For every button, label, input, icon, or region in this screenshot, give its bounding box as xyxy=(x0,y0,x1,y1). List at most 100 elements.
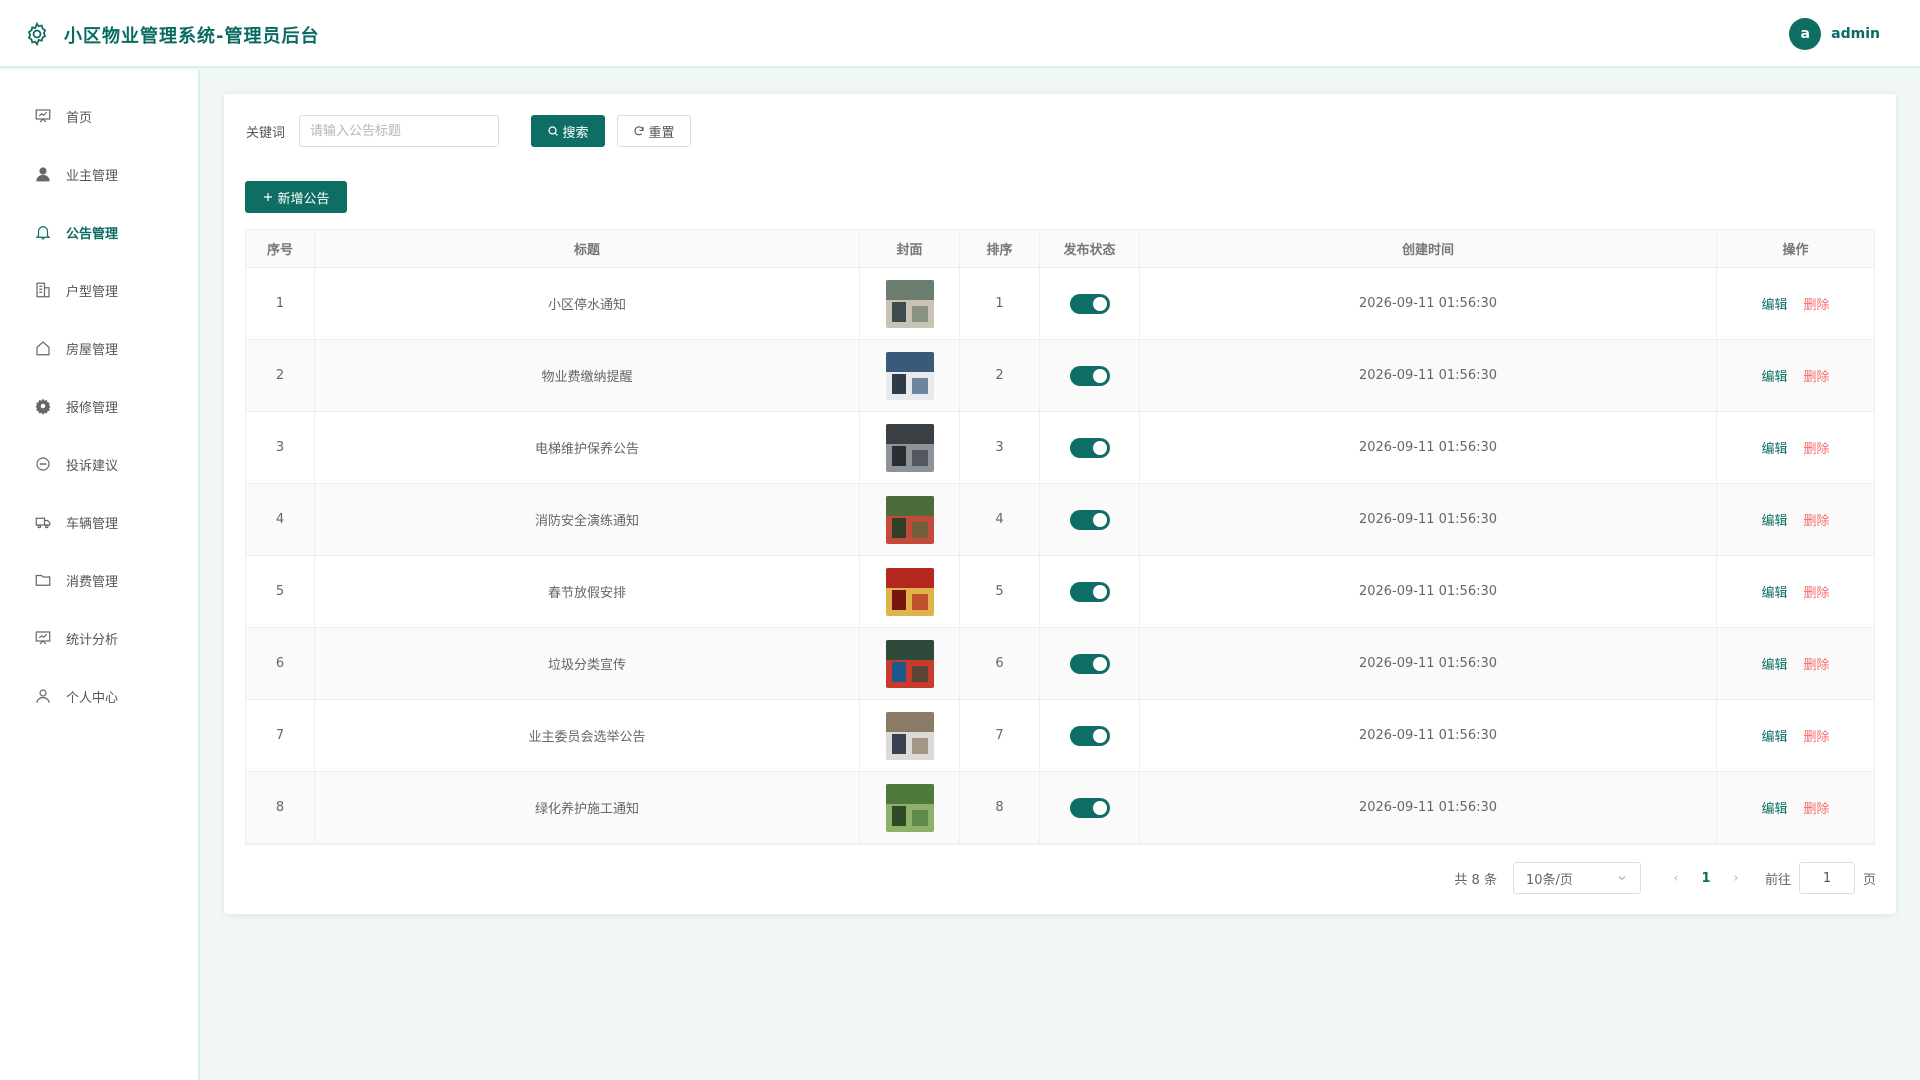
pagination: 共 8 条 10条/页 ‹ 1 › 前往 页 xyxy=(1454,862,1876,894)
row-sort: 6 xyxy=(960,628,1040,699)
edit-button[interactable]: 编辑 xyxy=(1761,798,1787,817)
row-created: 2026-09-11 01:56:30 xyxy=(1140,556,1717,627)
row-cover xyxy=(860,556,960,627)
edit-button[interactable]: 编辑 xyxy=(1761,582,1787,601)
row-actions: 编辑 删除 xyxy=(1717,412,1874,483)
sidebar-item-label: 首页 xyxy=(66,110,93,126)
delete-button[interactable]: 删除 xyxy=(1804,726,1830,745)
row-sort: 4 xyxy=(960,484,1040,555)
table-row: 1 小区停水通知 1 2026-09-11 01:56:30 编辑 删除 xyxy=(246,268,1874,340)
row-actions: 编辑 删除 xyxy=(1717,484,1874,555)
cover-thumbnail[interactable] xyxy=(885,567,934,616)
edit-button[interactable]: 编辑 xyxy=(1761,510,1787,529)
row-status xyxy=(1040,412,1140,483)
row-sort: 8 xyxy=(960,772,1040,843)
row-sort: 5 xyxy=(960,556,1040,627)
cover-thumbnail[interactable] xyxy=(885,279,934,328)
notice-card: 关键词 搜索 重置 新增公告 序号 标题 封面 排序 发布状态 创建时间 操作 … xyxy=(224,94,1896,914)
cover-thumbnail[interactable] xyxy=(885,783,934,832)
sidebar-item-complaints[interactable]: 投诉建议 xyxy=(0,444,198,484)
delete-button[interactable]: 删除 xyxy=(1804,510,1830,529)
avatar[interactable]: a xyxy=(1789,18,1822,50)
edit-button[interactable]: 编辑 xyxy=(1761,438,1787,457)
truck-icon xyxy=(35,517,51,529)
total-count: 共 8 条 xyxy=(1454,872,1497,888)
reset-button-label: 重置 xyxy=(648,125,675,141)
sidebar-item-houses[interactable]: 房屋管理 xyxy=(0,328,198,368)
sidebar-item-vehicles[interactable]: 车辆管理 xyxy=(0,502,198,542)
sidebar-item-statistics[interactable]: 统计分析 xyxy=(0,618,198,658)
sidebar-item-label: 统计分析 xyxy=(66,632,119,648)
sidebar-item-owners[interactable]: 业主管理 xyxy=(0,154,198,194)
sidebar-item-label: 个人中心 xyxy=(66,690,119,706)
sidebar-item-layouts[interactable]: 户型管理 xyxy=(0,270,198,310)
prev-page-icon[interactable]: ‹ xyxy=(1661,871,1691,886)
table-row: 7 业主委员会选举公告 7 2026-09-11 01:56:30 编辑 删除 xyxy=(246,700,1874,772)
table-row: 8 绿化养护施工通知 8 2026-09-11 01:56:30 编辑 删除 xyxy=(246,772,1874,844)
cover-thumbnail[interactable] xyxy=(885,351,934,400)
publish-toggle[interactable] xyxy=(1069,437,1110,458)
sidebar-item-notices[interactable]: 公告管理 xyxy=(0,212,198,252)
sidebar-item-label: 报修管理 xyxy=(66,400,119,416)
row-title: 绿化养护施工通知 xyxy=(315,772,860,843)
username[interactable]: admin xyxy=(1831,26,1880,42)
table-row: 4 消防安全演练通知 4 2026-09-11 01:56:30 编辑 删除 xyxy=(246,484,1874,556)
folder-icon xyxy=(35,574,51,586)
cover-thumbnail[interactable] xyxy=(885,711,934,760)
row-status xyxy=(1040,340,1140,411)
publish-toggle[interactable] xyxy=(1069,797,1110,818)
plus-icon xyxy=(264,193,273,201)
edit-button[interactable]: 编辑 xyxy=(1761,726,1787,745)
edit-button[interactable]: 编辑 xyxy=(1761,366,1787,385)
publish-toggle[interactable] xyxy=(1069,725,1110,746)
edit-button[interactable]: 编辑 xyxy=(1761,654,1787,673)
row-sort: 1 xyxy=(960,268,1040,339)
page-size-select[interactable]: 10条/页 xyxy=(1512,862,1641,894)
row-no: 5 xyxy=(246,556,315,627)
app-title: 小区物业管理系统-管理员后台 xyxy=(64,26,320,47)
publish-toggle[interactable] xyxy=(1069,293,1110,314)
sidebar-item-home[interactable]: 首页 xyxy=(0,96,198,136)
edit-button[interactable]: 编辑 xyxy=(1761,294,1787,313)
publish-toggle[interactable] xyxy=(1069,365,1110,386)
page-size-value: 10条/页 xyxy=(1525,872,1573,888)
chat-icon xyxy=(36,457,50,471)
add-notice-button[interactable]: 新增公告 xyxy=(245,181,347,213)
search-button[interactable]: 搜索 xyxy=(531,115,605,147)
cover-thumbnail[interactable] xyxy=(885,495,934,544)
delete-button[interactable]: 删除 xyxy=(1804,582,1830,601)
sidebar-item-label: 公告管理 xyxy=(66,226,119,242)
sidebar-item-repairs[interactable]: 报修管理 xyxy=(0,386,198,426)
presentation-icon xyxy=(35,109,51,123)
user-menu[interactable]: a admin xyxy=(1789,18,1880,50)
sidebar-item-expenses[interactable]: 消费管理 xyxy=(0,560,198,600)
publish-toggle[interactable] xyxy=(1069,653,1110,674)
header-title: 标题 xyxy=(315,230,860,267)
cover-thumbnail[interactable] xyxy=(885,423,934,472)
delete-button[interactable]: 删除 xyxy=(1804,294,1830,313)
delete-button[interactable]: 删除 xyxy=(1804,798,1830,817)
table-row: 6 垃圾分类宣传 6 2026-09-11 01:56:30 编辑 删除 xyxy=(246,628,1874,700)
cover-thumbnail[interactable] xyxy=(885,639,934,688)
table-row: 3 电梯维护保养公告 3 2026-09-11 01:56:30 编辑 删除 xyxy=(246,412,1874,484)
row-actions: 编辑 删除 xyxy=(1717,340,1874,411)
notice-table: 序号 标题 封面 排序 发布状态 创建时间 操作 1 小区停水通知 1 2026-09… xyxy=(245,229,1875,845)
keyword-label: 关键词 xyxy=(246,126,286,141)
page-number[interactable]: 1 xyxy=(1691,871,1721,886)
delete-button[interactable]: 删除 xyxy=(1804,366,1830,385)
row-title: 消防安全演练通知 xyxy=(315,484,860,555)
row-created: 2026-09-11 01:56:30 xyxy=(1140,268,1717,339)
delete-button[interactable]: 删除 xyxy=(1804,654,1830,673)
sidebar-item-profile[interactable]: 个人中心 xyxy=(0,676,198,716)
header-created: 创建时间 xyxy=(1140,230,1717,267)
row-no: 7 xyxy=(246,700,315,771)
next-page-icon[interactable]: › xyxy=(1721,871,1751,886)
publish-toggle[interactable] xyxy=(1069,581,1110,602)
keyword-input[interactable] xyxy=(299,115,499,147)
publish-toggle[interactable] xyxy=(1069,509,1110,530)
chevron-down-icon xyxy=(1618,876,1626,881)
reset-button[interactable]: 重置 xyxy=(617,115,691,147)
row-actions: 编辑 删除 xyxy=(1717,628,1874,699)
delete-button[interactable]: 删除 xyxy=(1804,438,1830,457)
goto-page-input[interactable] xyxy=(1798,862,1855,894)
